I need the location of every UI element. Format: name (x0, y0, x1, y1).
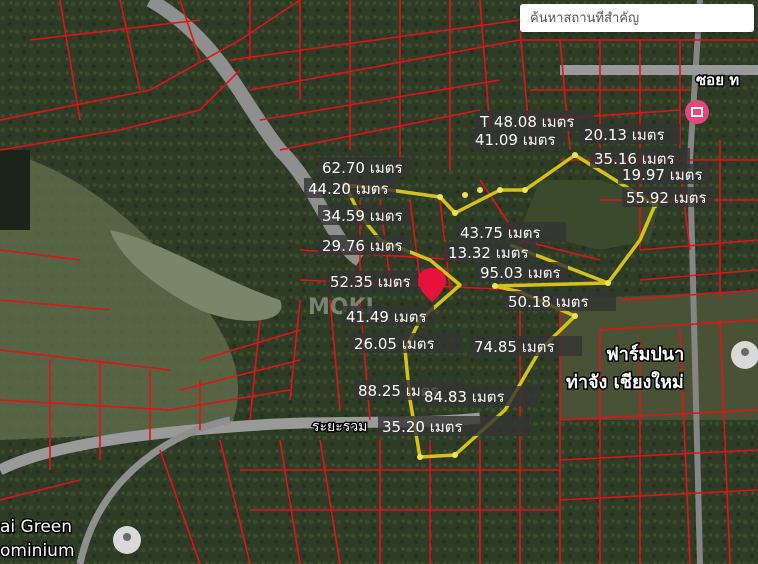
svg-text:62.70 เมตร: 62.70 เมตร (322, 159, 403, 177)
measurement-label: 52.35 เมตร (326, 271, 418, 291)
measurement-label: 50.18 เมตร (504, 291, 616, 311)
measurement-label: 35.20 เมตร (378, 416, 530, 436)
place-label-line1: ai Green (0, 517, 72, 537)
svg-text:84.83 เมตร: 84.83 เมตร (424, 388, 505, 406)
svg-text:35.20 เมตร: 35.20 เมตร (382, 418, 463, 436)
measurement-label: 41.09 เมตร (471, 129, 563, 149)
bottom-place-pin-icon[interactable] (113, 526, 141, 554)
svg-text:43.75 เมตร: 43.75 เมตร (460, 224, 541, 242)
svg-text:52.35 เมตร: 52.35 เมตร (330, 273, 411, 291)
svg-text:50.18 เมตร: 50.18 เมตร (508, 293, 589, 311)
measurement-label: 19.97 เมตร (618, 164, 710, 184)
farm-label-line1: ฟาร์มปนา (606, 343, 684, 365)
search-input[interactable] (528, 9, 746, 27)
svg-text:41.09 เมตร: 41.09 เมตร (475, 131, 556, 149)
svg-text:26.05 เมตร: 26.05 เมตร (354, 335, 435, 353)
svg-text:34.59 เมตร: 34.59 เมตร (322, 207, 403, 225)
dark-lake (0, 150, 30, 230)
svg-text:13.32 เมตร: 13.32 เมตร (448, 244, 529, 262)
svg-text:95.03 เมตร: 95.03 เมตร (480, 264, 561, 282)
svg-text:T 48.08 เมตร: T 48.08 เมตร (479, 113, 574, 131)
measurement-label: 20.13 เมตร (580, 124, 680, 144)
measurement-label: 43.75 เมตร (456, 222, 566, 242)
measurement-label: 13.32 เมตร (444, 242, 536, 262)
measurement-label: 95.03 เมตร (476, 262, 568, 282)
location-pin-icon[interactable] (731, 341, 758, 369)
measurement-label: T 48.08 เมตร (476, 111, 594, 131)
measurement-label: 29.76 เมตร (318, 235, 410, 255)
measurement-label: 44.20 เมตร (304, 178, 396, 198)
farm-label-line2: ท่าจัง เชียงใหม่ (566, 371, 684, 393)
road-label-left: ระยะรวม (312, 419, 367, 435)
road-label-top-right: ซอย ท (696, 71, 739, 89)
place-label-line2: ominium (0, 541, 75, 561)
measurement-label: 74.85 เมตร (470, 336, 582, 356)
hospital-icon[interactable] (685, 100, 709, 124)
measurement-label: 34.59 เมตร (318, 205, 410, 225)
svg-text:19.97 เมตร: 19.97 เมตร (622, 166, 703, 184)
measurement-label: 41.49 เมตร (342, 306, 434, 326)
svg-text:44.20 เมตร: 44.20 เมตร (308, 180, 389, 198)
svg-text:55.92 เมตร: 55.92 เมตร (626, 189, 707, 207)
satellite-map[interactable]: ซอย ท ฟาร์มปนา ท่าจัง เชียงใหม่ ระยะรวม … (0, 0, 758, 564)
svg-text:74.85 เมตร: 74.85 เมตร (474, 338, 555, 356)
measurement-label: 55.92 เมตร (622, 187, 714, 207)
measurement-label: 62.70 เมตร (318, 157, 410, 177)
svg-text:20.13 เมตร: 20.13 เมตร (584, 126, 665, 144)
svg-text:29.76 เมตร: 29.76 เมตร (322, 237, 403, 255)
measurement-label: 26.05 เมตร (350, 333, 462, 353)
search-box[interactable] (520, 4, 754, 32)
measurement-label: 84.83 เมตร (420, 386, 538, 406)
svg-text:41.49 เมตร: 41.49 เมตร (346, 308, 427, 326)
